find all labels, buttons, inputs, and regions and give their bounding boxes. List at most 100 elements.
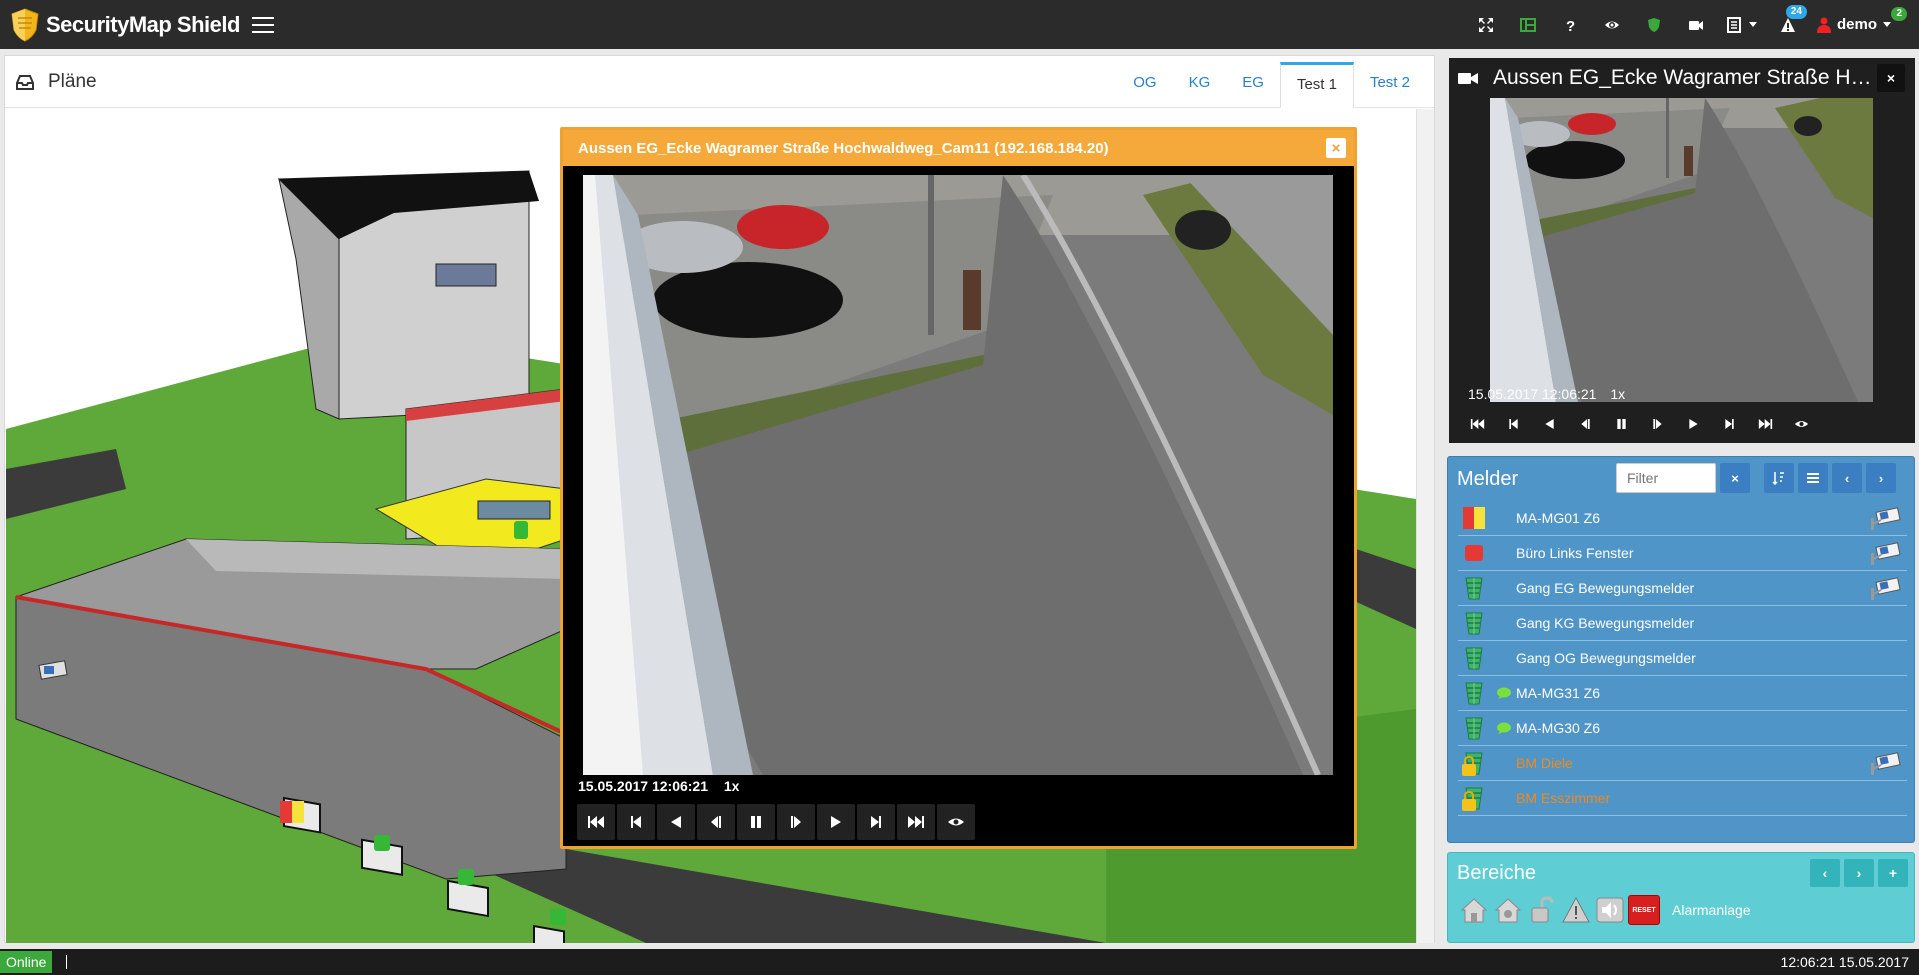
tab-test-1[interactable]: Test 1 (1279, 62, 1354, 108)
floorplan-button[interactable] (1507, 0, 1549, 49)
reset-button[interactable]: RESET (1628, 895, 1660, 925)
sort-button[interactable] (1764, 463, 1794, 493)
sensor-marker[interactable] (280, 801, 292, 823)
detector-panel: Melder × ‹ › MA-MG01 Z6 Büro Links Fenste… (1447, 456, 1915, 843)
reports-dropdown[interactable] (1717, 0, 1767, 49)
frame-forward-button[interactable] (1639, 410, 1675, 438)
camera-link-icon[interactable] (1869, 751, 1901, 777)
pause-button[interactable] (737, 804, 775, 840)
play-button[interactable] (817, 804, 855, 840)
previous-page-button[interactable]: ‹ (1832, 463, 1862, 493)
tab-eg[interactable]: EG (1226, 62, 1280, 104)
sensor-marker[interactable] (514, 521, 528, 539)
motion-sensor-icon (1465, 647, 1483, 670)
close-button[interactable]: × (1326, 138, 1346, 158)
previous-area-button[interactable]: ‹ (1810, 859, 1840, 887)
skip-end-icon (1758, 419, 1772, 429)
detector-row[interactable]: Gang OG Bewegungsmelder (1458, 641, 1907, 676)
sensor-marker[interactable] (458, 869, 474, 885)
frame-back-button[interactable] (697, 804, 735, 840)
speed-text: 1x (1610, 386, 1626, 402)
watch-live-button[interactable] (1783, 410, 1819, 438)
preview-playback-controls (1459, 410, 1819, 438)
camera-timestamp: 15.05.2017 12:06:21 1x (578, 778, 739, 794)
frame-back-button[interactable] (1567, 410, 1603, 438)
step-forward-icon (1724, 419, 1734, 429)
frame-forward-button[interactable] (777, 804, 815, 840)
plans-scrollbar[interactable] (1416, 109, 1434, 943)
arm-home-button[interactable] (1458, 895, 1490, 925)
camera-preview-feed[interactable] (1490, 98, 1873, 402)
sensor-marker[interactable] (550, 909, 566, 925)
detector-label: Gang EG Bewegungsmelder (1516, 580, 1695, 596)
camera-link-icon[interactable] (1869, 541, 1901, 567)
camera-popup: Aussen EG_Ecke Wagramer Straße Hochwaldw… (560, 127, 1357, 849)
detector-label: Gang KG Bewegungsmelder (1516, 615, 1695, 631)
arm-partial-button[interactable] (1492, 895, 1524, 925)
shield-status-button[interactable] (1633, 0, 1675, 49)
detector-row[interactable]: MA-MG01 Z6 (1458, 501, 1907, 536)
skip-start-button[interactable] (1459, 410, 1495, 438)
detector-row[interactable]: Gang KG Bewegungsmelder (1458, 606, 1907, 641)
filter-input[interactable] (1616, 463, 1716, 493)
brand[interactable]: SecurityMap Shield (10, 7, 240, 42)
detector-row[interactable]: BM Diele (1458, 746, 1907, 781)
tab-og[interactable]: OG (1117, 62, 1172, 104)
skip-end-icon (908, 816, 924, 828)
play-icon (831, 816, 841, 828)
camera-popup-title: Aussen EG_Ecke Wagramer Straße Hochwaldw… (578, 139, 1109, 157)
detector-panel-title: Melder (1457, 467, 1519, 490)
sensor-marker[interactable] (292, 801, 304, 823)
add-area-button[interactable]: + (1878, 859, 1908, 887)
area-actions: RESET Alarmanlage (1458, 895, 1751, 925)
next-button[interactable] (1711, 410, 1747, 438)
help-button[interactable]: ? (1549, 0, 1591, 49)
play-button[interactable] (1675, 410, 1711, 438)
rewind-button[interactable] (657, 804, 695, 840)
next-button[interactable] (857, 804, 895, 840)
tab-test-2[interactable]: Test 2 (1354, 62, 1426, 104)
unlock-button[interactable] (1526, 895, 1558, 925)
rewind-button[interactable] (1531, 410, 1567, 438)
detector-label: MA-MG31 Z6 (1516, 685, 1601, 701)
watch-live-button[interactable] (937, 804, 975, 840)
detector-label: BM Diele (1516, 755, 1573, 771)
app-title: SecurityMap Shield (46, 11, 240, 37)
pause-button[interactable] (1603, 410, 1639, 438)
detector-row[interactable]: Gang EG Bewegungsmelder (1458, 571, 1907, 606)
watch-button[interactable] (1591, 0, 1633, 49)
user-menu[interactable]: demo 2 (1816, 7, 1907, 33)
clear-filter-button[interactable]: × (1720, 463, 1750, 493)
previous-button[interactable] (1495, 410, 1531, 438)
sensor-marker[interactable] (374, 835, 390, 851)
detector-row[interactable]: BM Esszimmer (1458, 781, 1907, 816)
camera-link-icon[interactable] (1869, 576, 1901, 602)
skip-end-button[interactable] (897, 804, 935, 840)
next-page-button[interactable]: › (1866, 463, 1896, 493)
detector-row[interactable]: Büro Links Fenster (1458, 536, 1907, 571)
eye-icon (1794, 421, 1808, 427)
alerts-button[interactable]: 24 (1767, 0, 1809, 49)
fullscreen-button[interactable] (1465, 0, 1507, 49)
camera-video-feed[interactable] (583, 175, 1333, 775)
alarm-warning-button[interactable] (1560, 895, 1592, 925)
camera-link-icon[interactable] (1869, 506, 1901, 532)
camera-button[interactable] (1675, 0, 1717, 49)
areas-panel-title: Bereiche (1457, 862, 1536, 884)
previous-button[interactable] (617, 804, 655, 840)
alarm-status-icon (1465, 545, 1483, 561)
menu-toggle-button[interactable] (251, 16, 274, 33)
warning-icon (1562, 896, 1590, 923)
skip-end-button[interactable] (1747, 410, 1783, 438)
next-area-button[interactable]: › (1844, 859, 1874, 887)
shield-logo-icon (11, 7, 39, 42)
close-button[interactable]: × (1877, 64, 1905, 92)
camera-popup-header[interactable]: Aussen EG_Ecke Wagramer Straße Hochwaldw… (563, 130, 1354, 166)
list-view-button[interactable] (1798, 463, 1828, 493)
siren-button[interactable] (1594, 895, 1626, 925)
skip-start-button[interactable] (577, 804, 615, 840)
tab-kg[interactable]: KG (1173, 62, 1227, 104)
detector-row[interactable]: MA-MG31 Z6 (1458, 676, 1907, 711)
detector-row[interactable]: MA-MG30 Z6 (1458, 711, 1907, 746)
camera-preview-header: Aussen EG_Ecke Wagramer Straße Ho... × (1449, 58, 1915, 98)
